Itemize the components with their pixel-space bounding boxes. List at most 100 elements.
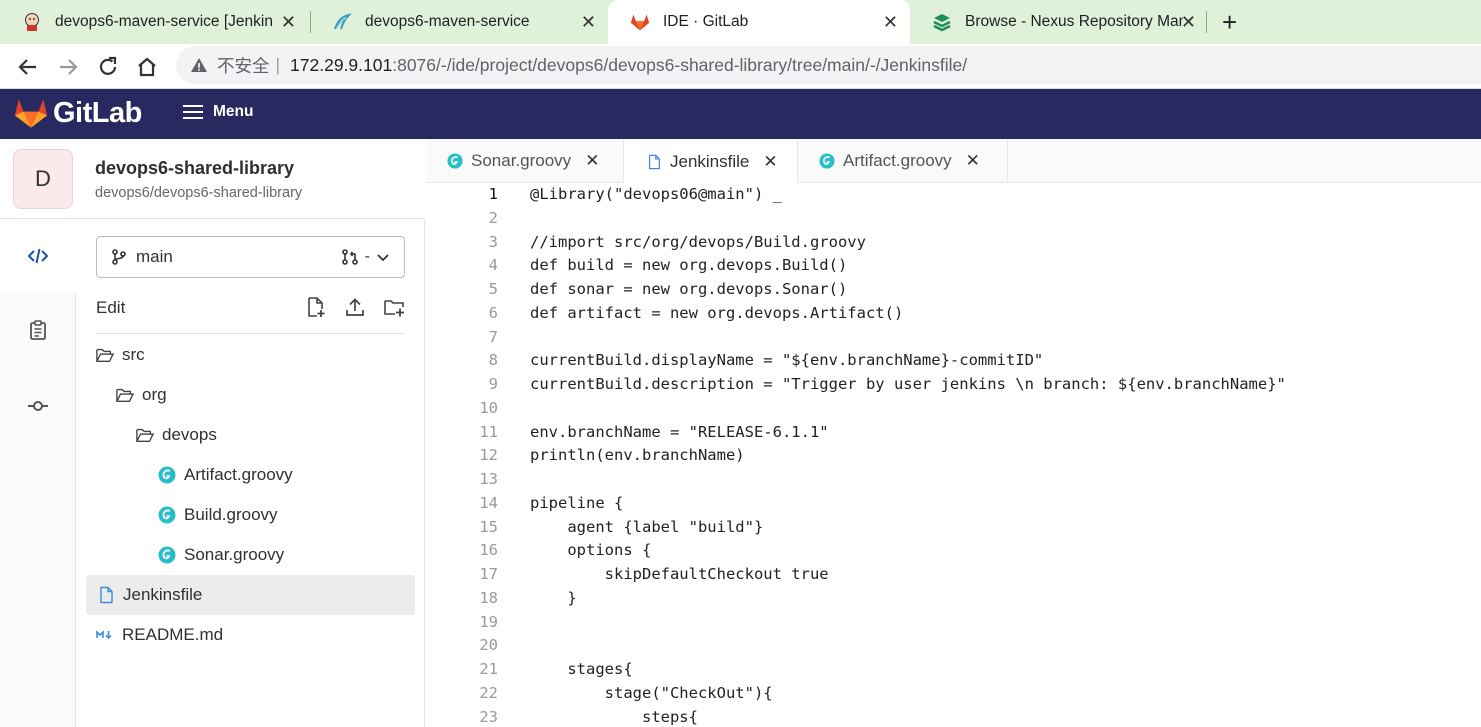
branch-selector[interactable]: main - bbox=[96, 236, 405, 278]
close-icon[interactable]: ✕ bbox=[883, 12, 898, 32]
file-icon bbox=[648, 154, 660, 169]
gitlab-logo-icon[interactable] bbox=[14, 97, 48, 129]
code-line: 3 //import src/org/devops/Build.groovy bbox=[426, 233, 1481, 257]
markdown-icon bbox=[96, 630, 112, 640]
code-text: //import src/org/devops/Build.groovy bbox=[530, 233, 866, 251]
merge-request-label: - bbox=[364, 248, 370, 265]
nexus-icon bbox=[933, 14, 951, 32]
upload-icon[interactable] bbox=[344, 296, 366, 318]
new-tab-button[interactable]: + bbox=[1222, 8, 1237, 36]
browser-tab-feather[interactable]: devops6-maven-service ✕ bbox=[310, 0, 608, 44]
warning-icon[interactable] bbox=[190, 56, 208, 74]
line-number: 4 bbox=[488, 256, 498, 274]
back-arrow-icon[interactable] bbox=[15, 54, 41, 80]
close-icon[interactable]: ✕ bbox=[281, 12, 296, 32]
line-number: 23 bbox=[479, 708, 498, 726]
tab-title: Browse - Nexus Repository Manager bbox=[965, 13, 1183, 30]
code-line: 11 env.branchName = "RELEASE-6.1.1" bbox=[426, 423, 1481, 447]
line-number: 2 bbox=[488, 209, 498, 227]
tree-item-label: devops bbox=[162, 425, 217, 444]
branch-name: main bbox=[136, 247, 173, 266]
close-icon[interactable]: ✕ bbox=[581, 12, 596, 32]
tree-file-sonar-groovy[interactable]: Sonar.groovy bbox=[158, 535, 405, 575]
code-line: 10 bbox=[426, 399, 1481, 423]
menu-button[interactable]: Menu bbox=[183, 103, 253, 121]
editor-tab-sonar-groovy[interactable]: Sonar.groovy ✕ bbox=[426, 139, 624, 183]
jenkins-icon bbox=[25, 13, 39, 31]
tree-item-label: Artifact.groovy bbox=[184, 465, 293, 484]
code-line: 4 def build = new org.devops.Build() bbox=[426, 256, 1481, 280]
code-line: 19 bbox=[426, 613, 1481, 637]
tree-item-label: README.md bbox=[122, 625, 224, 644]
groovy-file-icon bbox=[158, 466, 176, 484]
file-icon bbox=[100, 586, 113, 604]
clipboard-icon bbox=[30, 320, 46, 340]
close-icon[interactable]: ✕ bbox=[585, 151, 599, 171]
editor-tab-jenkinsfile[interactable]: Jenkinsfile ✕ bbox=[624, 139, 798, 184]
address-host: 172.29.9.101 bbox=[290, 54, 393, 75]
code-text: println(env.branchName) bbox=[530, 446, 745, 464]
tree-file-readme[interactable]: README.md bbox=[96, 615, 405, 655]
close-icon[interactable]: ✕ bbox=[1181, 12, 1196, 32]
line-number: 7 bbox=[488, 328, 498, 346]
line-number: 3 bbox=[488, 233, 498, 251]
tree-folder-src[interactable]: src bbox=[96, 335, 405, 375]
tab-title: IDE · GitLab bbox=[663, 13, 749, 30]
project-header: D devops6-shared-library devops6/devops6… bbox=[0, 139, 425, 219]
gitlab-brand[interactable]: GitLab bbox=[53, 97, 142, 130]
browser-tab-nexus[interactable]: Browse - Nexus Repository Manager ✕ bbox=[910, 0, 1208, 44]
chevron-down-icon bbox=[377, 254, 389, 262]
folder-open-icon bbox=[136, 428, 154, 442]
browser-tab-gitlab-ide[interactable]: IDE · GitLab ✕ bbox=[608, 0, 910, 44]
code-line: 2 bbox=[426, 209, 1481, 233]
browser-tab-jenkins[interactable]: devops6-maven-service [Jenkins] ✕ bbox=[0, 0, 308, 44]
gitlab-header: GitLab Menu bbox=[0, 89, 1481, 139]
new-directory-icon[interactable] bbox=[383, 296, 405, 318]
forward-arrow-icon[interactable] bbox=[55, 54, 81, 80]
project-path: devops6/devops6-shared-library bbox=[95, 185, 303, 201]
code-line: 20 bbox=[426, 636, 1481, 660]
tree-item-label: org bbox=[142, 385, 167, 404]
code-line: 12 println(env.branchName) bbox=[426, 446, 1481, 470]
merge-request-selector[interactable]: - bbox=[341, 248, 390, 266]
tree-file-artifact-groovy[interactable]: Artifact.groovy bbox=[158, 455, 405, 495]
code-text: def build = new org.devops.Build() bbox=[530, 256, 848, 274]
home-icon[interactable] bbox=[134, 54, 160, 80]
activity-bar-lower bbox=[0, 293, 76, 727]
code-line: 21 stages{ bbox=[426, 660, 1481, 684]
hamburger-icon bbox=[183, 105, 203, 119]
code-line: 13 bbox=[426, 470, 1481, 494]
close-icon[interactable]: ✕ bbox=[966, 151, 980, 171]
new-file-icon[interactable] bbox=[305, 296, 327, 318]
feather-icon bbox=[334, 13, 352, 30]
insecure-label: 不安全 bbox=[217, 55, 270, 76]
browser-tab-strip: devops6-maven-service [Jenkins] ✕ devops… bbox=[0, 0, 1481, 44]
project-avatar[interactable]: D bbox=[13, 149, 73, 209]
tree-item-label: Jenkinsfile bbox=[123, 585, 203, 604]
commit-mode-button[interactable] bbox=[0, 369, 76, 443]
groovy-file-icon bbox=[158, 506, 176, 524]
tree-file-jenkinsfile[interactable]: Jenkinsfile bbox=[86, 575, 415, 615]
close-icon[interactable]: ✕ bbox=[763, 152, 777, 172]
branch-icon bbox=[112, 249, 126, 265]
tree-item-label: src bbox=[122, 345, 145, 364]
tree-folder-devops[interactable]: devops bbox=[136, 415, 405, 455]
folder-open-icon bbox=[116, 388, 134, 402]
code-text: currentBuild.description = "Trigger by u… bbox=[530, 375, 1286, 393]
reload-icon[interactable] bbox=[95, 54, 121, 80]
line-number: 11 bbox=[479, 423, 498, 441]
edit-mode-button[interactable] bbox=[0, 219, 76, 293]
tree-item-label: Build.groovy bbox=[184, 505, 278, 524]
code-text: env.branchName = "RELEASE-6.1.1" bbox=[530, 423, 829, 441]
address-bar[interactable]: 不安全 | 172.29.9.101 :8076/-/ide/project/d… bbox=[176, 46, 1481, 84]
review-mode-button[interactable] bbox=[0, 293, 76, 367]
line-number: 15 bbox=[479, 518, 498, 536]
tree-folder-org[interactable]: org bbox=[116, 375, 405, 415]
tree-file-build-groovy[interactable]: Build.groovy bbox=[158, 495, 405, 535]
editor-tab-bar: Sonar.groovy ✕ Jenkinsfile ✕ Artifact.gr… bbox=[426, 139, 1481, 184]
code-editor[interactable]: 1 @Library("devops06@main") _ 2 3 //import… bbox=[426, 183, 1481, 727]
line-number: 8 bbox=[488, 351, 498, 369]
menu-label: Menu bbox=[213, 103, 254, 120]
project-name[interactable]: devops6-shared-library bbox=[95, 158, 294, 179]
editor-tab-artifact-groovy[interactable]: Artifact.groovy ✕ bbox=[798, 139, 1008, 183]
